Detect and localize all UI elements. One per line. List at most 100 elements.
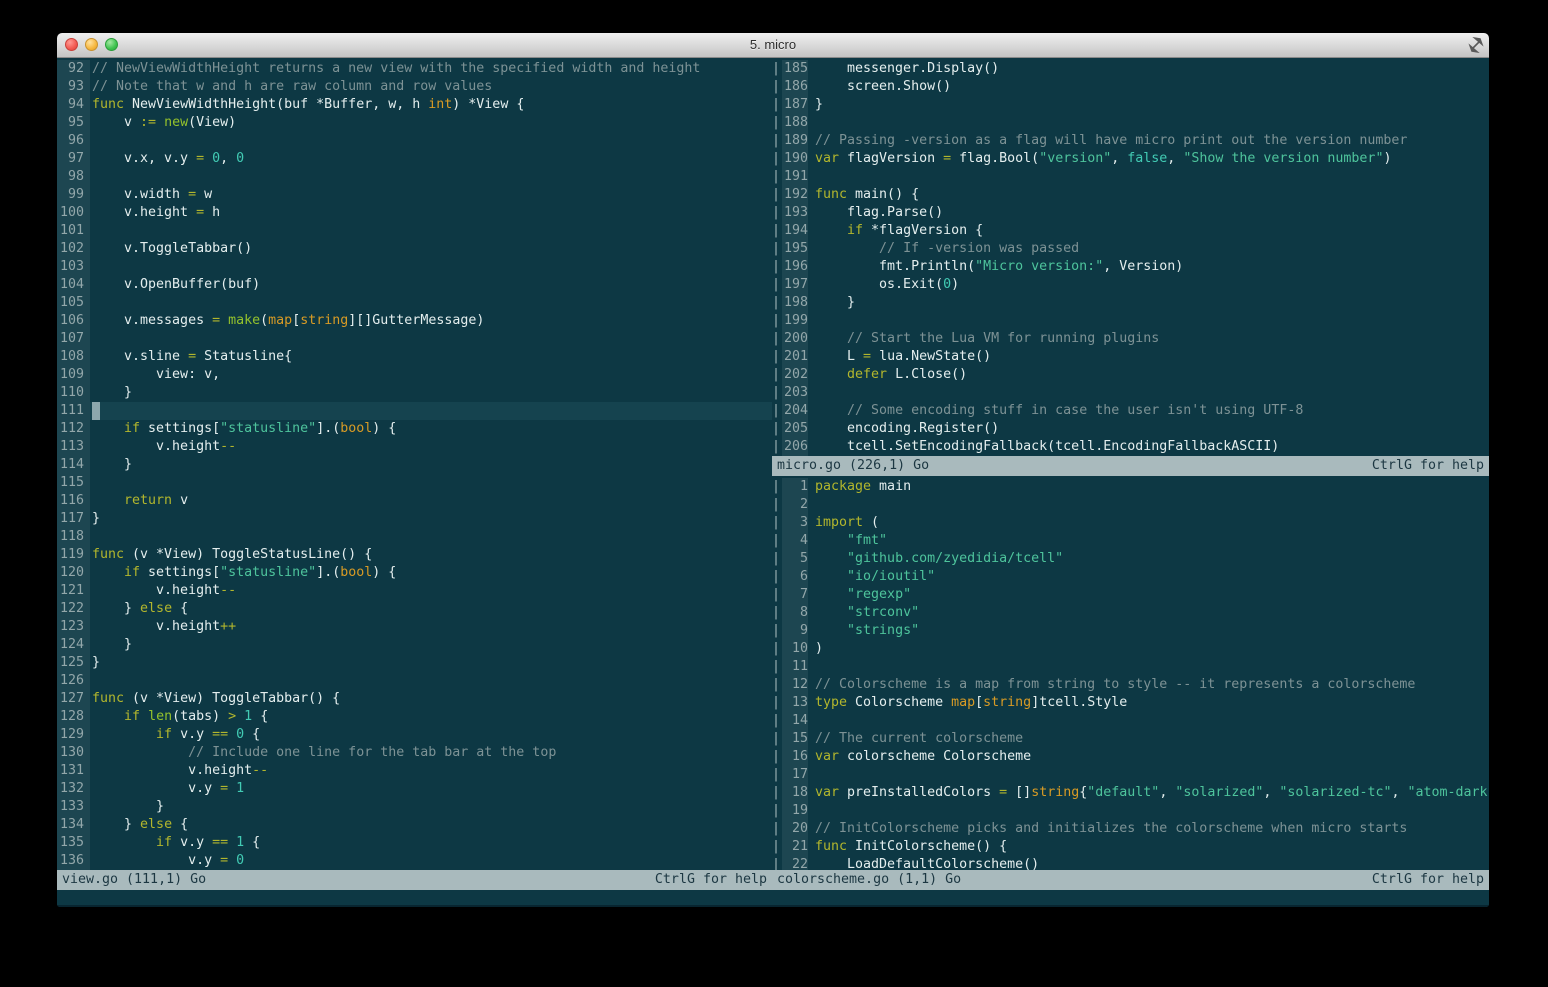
split-divider: |	[772, 802, 782, 820]
split-divider: |	[772, 384, 782, 402]
text-cursor	[92, 402, 100, 420]
code-text: if settings["statusline"].(bool) {	[90, 564, 772, 582]
code-line: 100 v.height = h	[57, 204, 772, 222]
code-text	[808, 312, 1489, 330]
code-text: type Colorscheme map[string]tcell.Style	[808, 694, 1489, 712]
resize-icon[interactable]	[1468, 37, 1484, 53]
line-number: 1	[782, 478, 808, 496]
code-line: 133 }	[57, 798, 772, 816]
code-text: if len(tabs) > 1 {	[90, 708, 772, 726]
split-divider: |	[772, 438, 782, 456]
code-text: }	[808, 96, 1489, 114]
line-number: 187	[782, 96, 808, 114]
code-line: 104 v.OpenBuffer(buf)	[57, 276, 772, 294]
code-text	[90, 132, 772, 150]
split-divider: |	[772, 838, 782, 856]
split-divider: |	[772, 294, 782, 312]
title-bar[interactable]: 5. micro	[57, 33, 1489, 58]
code-text: tcell.SetEncodingFallback(tcell.Encoding…	[808, 438, 1489, 456]
line-number: 186	[782, 78, 808, 96]
code-text	[90, 168, 772, 186]
line-number: 96	[57, 132, 90, 150]
code-text: os.Exit(0)	[808, 276, 1489, 294]
line-number: 125	[57, 654, 90, 672]
code-text: // If -version was passed	[808, 240, 1489, 258]
code-text: func (v *View) ToggleTabbar() {	[90, 690, 772, 708]
line-number: 116	[57, 492, 90, 510]
code-line: 132 v.y = 1	[57, 780, 772, 798]
code-line: |16var colorscheme Colorscheme	[772, 748, 1489, 766]
line-number: 192	[782, 186, 808, 204]
code-line: |190var flagVersion = flag.Bool("version…	[772, 150, 1489, 168]
line-number: 17	[782, 766, 808, 784]
line-number: 100	[57, 204, 90, 222]
statusbar-file-info: view.go (111,1) Go	[62, 870, 206, 890]
code-area-micro-go[interactable]: |185 messenger.Display()|186 screen.Show…	[772, 58, 1489, 456]
code-text: fmt.Println("Micro version:", Version)	[808, 258, 1489, 276]
code-text: func main() {	[808, 186, 1489, 204]
code-line: 109 view: v,	[57, 366, 772, 384]
code-text	[90, 330, 772, 348]
code-line: 121 v.height--	[57, 582, 772, 600]
split-divider: |	[772, 658, 782, 676]
code-line: 127func (v *View) ToggleTabbar() {	[57, 690, 772, 708]
code-text: // Some encoding stuff in case the user …	[808, 402, 1489, 420]
code-line: |204 // Some encoding stuff in case the …	[772, 402, 1489, 420]
line-number: 14	[782, 712, 808, 730]
code-text: if settings["statusline"].(bool) {	[90, 420, 772, 438]
statusbar-view-go: view.go (111,1) Go CtrlG for help	[57, 870, 772, 890]
line-number: 108	[57, 348, 90, 366]
code-line: 96	[57, 132, 772, 150]
code-line: |202 defer L.Close()	[772, 366, 1489, 384]
code-text: }	[808, 294, 1489, 312]
code-text	[808, 712, 1489, 730]
micro-editor: 92// NewViewWidthHeight returns a new vi…	[57, 58, 1489, 907]
line-number: 203	[782, 384, 808, 402]
code-area-view-go[interactable]: 92// NewViewWidthHeight returns a new vi…	[57, 58, 772, 870]
desktop: 5. micro 92// NewViewWidthHeight returns…	[0, 0, 1548, 987]
code-line: 126	[57, 672, 772, 690]
code-text: "strconv"	[808, 604, 1489, 622]
code-line: |193 flag.Parse()	[772, 204, 1489, 222]
line-number: 197	[782, 276, 808, 294]
line-number: 201	[782, 348, 808, 366]
code-line: |17	[772, 766, 1489, 784]
code-area-colorscheme-go[interactable]: |1package main|2|3import (|4 "fmt"|5 "gi…	[772, 476, 1489, 870]
code-text: // Colorscheme is a map from string to s…	[808, 676, 1489, 694]
line-number: 104	[57, 276, 90, 294]
code-text: messenger.Display()	[808, 60, 1489, 78]
code-line: 95 v := new(View)	[57, 114, 772, 132]
code-text: // The current colorscheme	[808, 730, 1489, 748]
code-line: |185 messenger.Display()	[772, 60, 1489, 78]
code-text: func InitColorscheme() {	[808, 838, 1489, 856]
split-divider: |	[772, 784, 782, 802]
code-line: 112 if settings["statusline"].(bool) {	[57, 420, 772, 438]
code-line: 97 v.x, v.y = 0, 0	[57, 150, 772, 168]
split-divider: |	[772, 204, 782, 222]
code-text: } else {	[90, 600, 772, 618]
split-divider: |	[772, 60, 782, 78]
line-number: 11	[782, 658, 808, 676]
split-divider: |	[772, 402, 782, 420]
code-text	[90, 528, 772, 546]
code-line: |12// Colorscheme is a map from string t…	[772, 676, 1489, 694]
line-number: 188	[782, 114, 808, 132]
split-divider: |	[772, 168, 782, 186]
line-number: 7	[782, 586, 808, 604]
code-text: }	[90, 798, 772, 816]
line-number: 106	[57, 312, 90, 330]
code-line: |191	[772, 168, 1489, 186]
code-text: func NewViewWidthHeight(buf *Buffer, w, …	[90, 96, 772, 114]
code-text: v.height++	[90, 618, 772, 636]
line-number: 8	[782, 604, 808, 622]
line-number: 113	[57, 438, 90, 456]
split-divider: |	[772, 366, 782, 384]
line-number: 202	[782, 366, 808, 384]
statusbar-help-hint: CtrlG for help	[1372, 456, 1484, 476]
line-number: 117	[57, 510, 90, 528]
code-line: 117}	[57, 510, 772, 528]
statusbar-file-info: micro.go (226,1) Go	[777, 456, 929, 476]
code-text: if v.y == 1 {	[90, 834, 772, 852]
code-line: 119func (v *View) ToggleStatusLine() {	[57, 546, 772, 564]
code-line: |11	[772, 658, 1489, 676]
